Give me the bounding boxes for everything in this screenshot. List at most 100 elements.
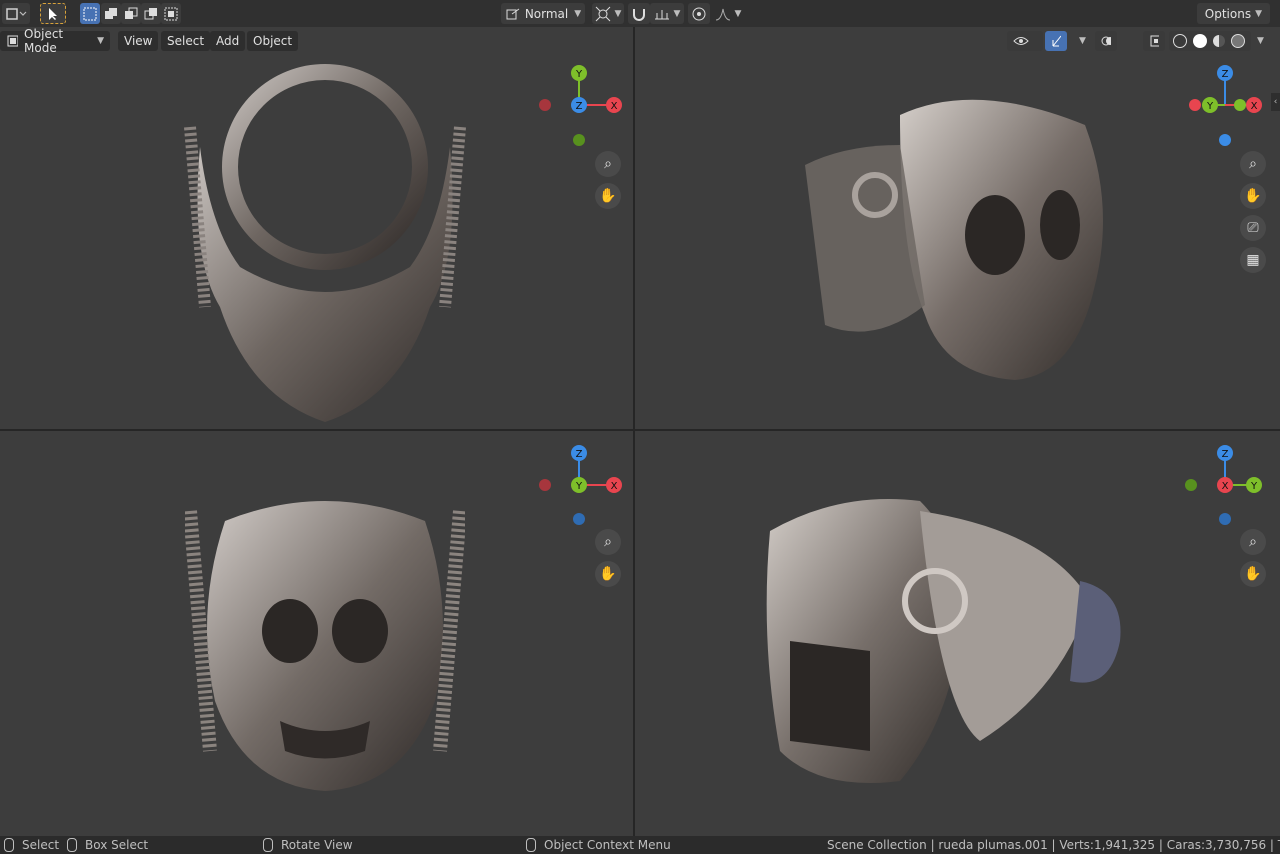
select-mode-subtract-button[interactable] (121, 3, 141, 24)
mode-label: Object Mode (24, 27, 64, 55)
editor-type-icon (6, 7, 27, 20)
chevron-down-icon: ▼ (1255, 8, 1262, 19)
svg-text:X: X (1222, 481, 1229, 492)
viewport-divider-vertical[interactable] (633, 27, 635, 836)
pan-hand-icon[interactable]: ✋ (1240, 183, 1266, 209)
gizmo-dropdown[interactable]: ▼ (1069, 31, 1086, 51)
gizmo-neg-x-axis[interactable] (539, 99, 551, 111)
solid-shading-icon[interactable] (1193, 34, 1207, 48)
gizmo-neg-x-axis[interactable] (539, 479, 551, 491)
zoom-icon[interactable]: ⌕ (1240, 151, 1266, 177)
status-rotate-view: Rotate View (281, 838, 353, 852)
zoom-icon[interactable]: ⌕ (595, 151, 621, 177)
chevron-down-icon: ▼ (614, 8, 622, 19)
editor-type-button[interactable] (2, 3, 30, 24)
pivot-point-dropdown[interactable]: ▼ (592, 3, 624, 24)
select-new-icon (83, 7, 97, 20)
menu-select[interactable]: Select (161, 31, 211, 51)
snap-increment-icon (654, 9, 669, 19)
pivot-icon (595, 6, 610, 21)
transform-orientation-dropdown[interactable]: Normal ▼ (501, 3, 585, 24)
chevron-down-icon: ▼ (673, 8, 681, 19)
navigation-gizmo[interactable]: Y X Z (534, 63, 624, 153)
material-shading-icon[interactable] (1213, 35, 1225, 47)
select-mode-invert-button[interactable] (141, 3, 161, 24)
scene-stats: Scene Collection | rueda plumas.001 | Ve… (827, 838, 1280, 852)
select-subtract-icon (125, 7, 138, 19)
wireframe-shading-icon[interactable] (1173, 34, 1187, 48)
mode-dropdown[interactable]: Object Mode ▼ (0, 27, 110, 55)
status-select: Select (22, 838, 60, 852)
svg-text:X: X (1251, 101, 1258, 112)
falloff-dropdown[interactable]: ▼ (712, 3, 744, 24)
pan-hand-icon[interactable]: ✋ (595, 183, 621, 209)
top-toolbar: Normal ▼ ▼ ▼ ▼ Options ▼ (0, 0, 1280, 28)
svg-text:X: X (611, 101, 618, 112)
shading-mode-group[interactable] (1169, 31, 1251, 51)
cursor-arrow-icon (49, 7, 57, 20)
magnet-icon (633, 8, 645, 21)
snap-target-dropdown[interactable]: ▼ (650, 3, 684, 24)
select-mode-new-button[interactable] (80, 3, 100, 24)
zoom-icon[interactable]: ⌕ (1240, 529, 1266, 555)
navigation-gizmo[interactable]: Z X Y (534, 443, 624, 533)
chevron-down-icon: ▼ (734, 8, 742, 19)
proportional-edit-toggle[interactable] (688, 3, 710, 24)
svg-text:Y: Y (1250, 481, 1258, 492)
chevron-down-icon: ▼ (1257, 36, 1264, 46)
options-dropdown[interactable]: Options ▼ (1196, 3, 1270, 24)
gizmo-neg-z-axis[interactable] (573, 513, 585, 525)
overlays-toggle[interactable] (1095, 31, 1117, 51)
gizmo-neg-y-axis[interactable] (573, 134, 585, 146)
eye-icon (1013, 37, 1029, 45)
visibility-dropdown[interactable] (1007, 31, 1043, 51)
gizmo-neg-x-axis[interactable] (1189, 99, 1201, 111)
ring-model-perspective-view (805, 99, 1103, 380)
svg-text:Y: Y (575, 481, 583, 492)
viewport-header: ▼ ▼ (635, 27, 1280, 53)
pan-hand-icon[interactable]: ✋ (1240, 561, 1266, 587)
gizmo-neg-z-axis[interactable] (1219, 134, 1231, 146)
rendered-shading-icon[interactable] (1231, 34, 1245, 48)
navigation-gizmo[interactable]: Z X Y (1180, 63, 1270, 153)
perspective-grid-icon[interactable]: ▦ (1240, 247, 1266, 273)
sidebar-toggle[interactable]: ‹ (1271, 93, 1280, 111)
overlays-icon (1101, 36, 1111, 46)
svg-text:Y: Y (1206, 101, 1214, 112)
chevron-down-icon: ▼ (1079, 36, 1086, 46)
shading-mode-label: Normal (524, 6, 569, 21)
menu-view[interactable]: View (118, 31, 159, 51)
gizmo-neg-y-axis[interactable] (1185, 479, 1197, 491)
shading-dropdown[interactable]: ▼ (1247, 31, 1264, 51)
select-mode-extend-button[interactable] (101, 3, 121, 24)
select-tool-button[interactable] (40, 3, 66, 24)
viewport-bottom-left[interactable]: Z X Y ⌕ ✋ (0, 431, 633, 836)
status-bar: Select Box Select Rotate View Object Con… (0, 836, 1280, 854)
menu-add[interactable]: Add (210, 31, 246, 51)
zoom-icon[interactable]: ⌕ (595, 529, 621, 555)
mouse-drag-icon (67, 838, 77, 852)
xray-icon (1150, 35, 1159, 47)
camera-view-icon[interactable]: ⎚ (1240, 215, 1266, 241)
mouse-right-icon (526, 838, 536, 852)
orientation-icon (506, 8, 520, 19)
pan-hand-icon[interactable]: ✋ (595, 561, 621, 587)
navigation-gizmo[interactable]: Z Y X (1180, 443, 1270, 533)
viewport-top-right[interactable]: ▼ ▼ ‹ Z X Y ⌕ ✋ ⎚ ▦ (635, 27, 1280, 429)
viewport-header: Object Mode ▼ View Select Add Object (0, 27, 633, 55)
viewport-bottom-right[interactable]: Z Y X ⌕ ✋ (635, 431, 1280, 836)
select-extend-icon (105, 7, 117, 19)
gizmo-neg-y-axis[interactable] (1234, 99, 1246, 111)
xray-toggle[interactable] (1143, 31, 1165, 51)
viewport-divider-horizontal[interactable] (0, 429, 1280, 431)
select-mode-intersect-button[interactable] (161, 3, 181, 24)
viewport-top-left[interactable]: Object Mode ▼ View Select Add Object Y X… (0, 27, 633, 429)
select-intersect-icon (164, 7, 178, 20)
select-invert-icon (144, 7, 157, 19)
object-mode-icon (7, 35, 19, 47)
menu-object[interactable]: Object (247, 31, 299, 51)
gizmo-toggle[interactable] (1045, 31, 1067, 51)
svg-text:Z: Z (576, 449, 583, 460)
gizmo-neg-z-axis[interactable] (1219, 513, 1231, 525)
snap-toggle-button[interactable] (628, 3, 650, 24)
